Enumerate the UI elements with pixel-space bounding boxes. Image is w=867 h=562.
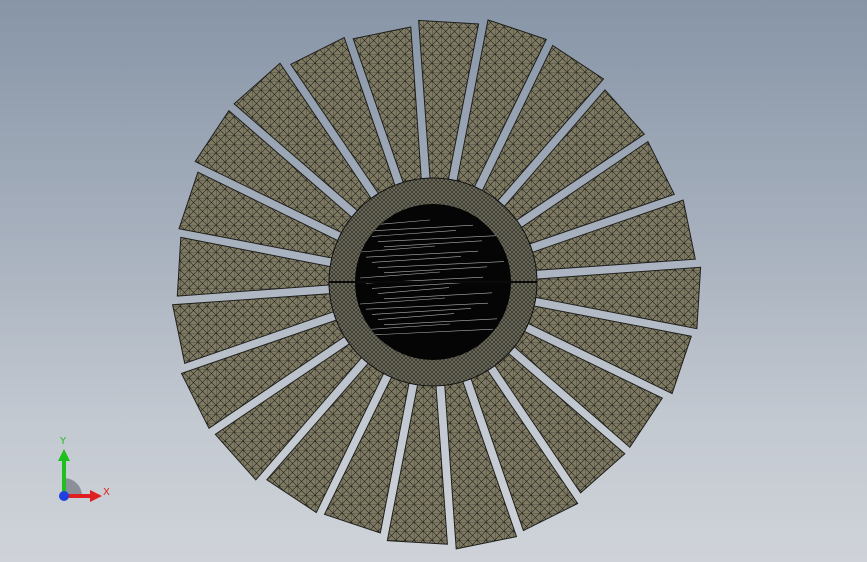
- x-axis-arrowhead-icon: [90, 490, 102, 502]
- graphics-viewport[interactable]: Y X: [0, 0, 867, 562]
- y-axis-label: Y: [60, 436, 67, 447]
- x-axis-label: X: [103, 487, 110, 498]
- reference-triad: Y X: [40, 436, 120, 516]
- y-axis-arrowhead-icon: [58, 449, 70, 461]
- fan-rotor-mesh-model[interactable]: [0, 0, 867, 562]
- z-axis-dot-icon: [59, 491, 69, 501]
- triad-graphic: [58, 449, 102, 502]
